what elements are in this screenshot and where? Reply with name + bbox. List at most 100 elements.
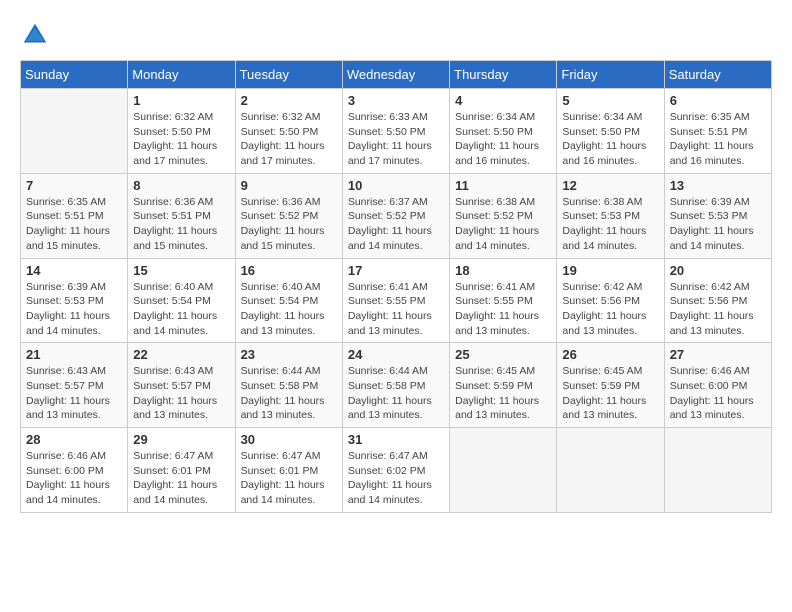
day-number: 10 bbox=[348, 178, 444, 193]
day-number: 11 bbox=[455, 178, 551, 193]
day-number: 8 bbox=[133, 178, 229, 193]
calendar-day-cell: 6 Sunrise: 6:35 AMSunset: 5:51 PMDaylight… bbox=[664, 89, 771, 174]
day-info: Sunrise: 6:34 AMSunset: 5:50 PMDaylight:… bbox=[455, 110, 551, 169]
day-info: Sunrise: 6:47 AMSunset: 6:02 PMDaylight:… bbox=[348, 449, 444, 508]
calendar-day-cell: 4Sunrise: 6:34 AMSunset: 5:50 PMDaylight… bbox=[450, 89, 557, 174]
calendar-week-row: 21 Sunrise: 6:43 AMSunset: 5:57 PMDayligh… bbox=[21, 343, 772, 428]
calendar-day-cell: 24 Sunrise: 6:44 AMSunset: 5:58 PMDayligh… bbox=[342, 343, 449, 428]
day-info: Sunrise: 6:42 AMSunset: 5:56 PMDaylight:… bbox=[562, 280, 658, 339]
day-info: Sunrise: 6:40 AMSunset: 5:54 PMDaylight:… bbox=[133, 280, 229, 339]
day-number: 31 bbox=[348, 432, 444, 447]
empty-cell bbox=[664, 428, 771, 513]
calendar-day-cell: 10 Sunrise: 6:37 AMSunset: 5:52 PMDayligh… bbox=[342, 173, 449, 258]
day-info: Sunrise: 6:39 AMSunset: 5:53 PMDaylight:… bbox=[670, 195, 766, 254]
empty-cell bbox=[557, 428, 664, 513]
day-info: Sunrise: 6:40 AMSunset: 5:54 PMDaylight:… bbox=[241, 280, 337, 339]
day-number: 29 bbox=[133, 432, 229, 447]
day-number: 13 bbox=[670, 178, 766, 193]
day-info: Sunrise: 6:34 AMSunset: 5:50 PMDaylight:… bbox=[562, 110, 658, 169]
calendar-header-row: SundayMondayTuesdayWednesdayThursdayFrid… bbox=[21, 61, 772, 89]
day-info: Sunrise: 6:37 AMSunset: 5:52 PMDaylight:… bbox=[348, 195, 444, 254]
weekday-header-sunday: Sunday bbox=[21, 61, 128, 89]
day-number: 7 bbox=[26, 178, 122, 193]
day-number: 23 bbox=[241, 347, 337, 362]
day-number: 22 bbox=[133, 347, 229, 362]
day-number: 1 bbox=[133, 93, 229, 108]
calendar-day-cell: 17Sunrise: 6:41 AMSunset: 5:55 PMDayligh… bbox=[342, 258, 449, 343]
day-number: 2 bbox=[241, 93, 337, 108]
day-number: 15 bbox=[133, 263, 229, 278]
calendar-day-cell: 9 Sunrise: 6:36 AMSunset: 5:52 PMDaylight… bbox=[235, 173, 342, 258]
calendar-week-row: 14 Sunrise: 6:39 AMSunset: 5:53 PMDayligh… bbox=[21, 258, 772, 343]
calendar-day-cell: 28Sunrise: 6:46 AMSunset: 6:00 PMDayligh… bbox=[21, 428, 128, 513]
day-info: Sunrise: 6:44 AMSunset: 5:58 PMDaylight:… bbox=[241, 364, 337, 423]
day-number: 16 bbox=[241, 263, 337, 278]
day-info: Sunrise: 6:42 AMSunset: 5:56 PMDaylight:… bbox=[670, 280, 766, 339]
calendar-day-cell: 22Sunrise: 6:43 AMSunset: 5:57 PMDayligh… bbox=[128, 343, 235, 428]
calendar-week-row: 7 Sunrise: 6:35 AMSunset: 5:51 PMDaylight… bbox=[21, 173, 772, 258]
day-info: Sunrise: 6:39 AMSunset: 5:53 PMDaylight:… bbox=[26, 280, 122, 339]
calendar-day-cell: 1 Sunrise: 6:32 AMSunset: 5:50 PMDaylight… bbox=[128, 89, 235, 174]
day-number: 26 bbox=[562, 347, 658, 362]
calendar-day-cell: 20 Sunrise: 6:42 AMSunset: 5:56 PMDayligh… bbox=[664, 258, 771, 343]
day-number: 6 bbox=[670, 93, 766, 108]
weekday-header-saturday: Saturday bbox=[664, 61, 771, 89]
calendar-day-cell: 23 Sunrise: 6:44 AMSunset: 5:58 PMDayligh… bbox=[235, 343, 342, 428]
calendar-week-row: 28Sunrise: 6:46 AMSunset: 6:00 PMDayligh… bbox=[21, 428, 772, 513]
day-info: Sunrise: 6:36 AMSunset: 5:52 PMDaylight:… bbox=[241, 195, 337, 254]
calendar-day-cell: 27 Sunrise: 6:46 AMSunset: 6:00 PMDayligh… bbox=[664, 343, 771, 428]
day-info: Sunrise: 6:45 AMSunset: 5:59 PMDaylight:… bbox=[455, 364, 551, 423]
page-header bbox=[20, 20, 772, 50]
calendar-day-cell: 14 Sunrise: 6:39 AMSunset: 5:53 PMDayligh… bbox=[21, 258, 128, 343]
weekday-header-wednesday: Wednesday bbox=[342, 61, 449, 89]
day-info: Sunrise: 6:33 AMSunset: 5:50 PMDaylight:… bbox=[348, 110, 444, 169]
calendar-day-cell: 29Sunrise: 6:47 AMSunset: 6:01 PMDayligh… bbox=[128, 428, 235, 513]
calendar-day-cell: 15 Sunrise: 6:40 AMSunset: 5:54 PMDayligh… bbox=[128, 258, 235, 343]
day-number: 28 bbox=[26, 432, 122, 447]
weekday-header-tuesday: Tuesday bbox=[235, 61, 342, 89]
weekday-header-thursday: Thursday bbox=[450, 61, 557, 89]
day-info: Sunrise: 6:47 AMSunset: 6:01 PMDaylight:… bbox=[241, 449, 337, 508]
calendar-day-cell: 12Sunrise: 6:38 AMSunset: 5:53 PMDayligh… bbox=[557, 173, 664, 258]
logo-icon bbox=[20, 20, 50, 50]
day-number: 20 bbox=[670, 263, 766, 278]
calendar-table: SundayMondayTuesdayWednesdayThursdayFrid… bbox=[20, 60, 772, 513]
calendar-day-cell: 3 Sunrise: 6:33 AMSunset: 5:50 PMDaylight… bbox=[342, 89, 449, 174]
calendar-day-cell: 19 Sunrise: 6:42 AMSunset: 5:56 PMDayligh… bbox=[557, 258, 664, 343]
day-info: Sunrise: 6:41 AMSunset: 5:55 PMDaylight:… bbox=[455, 280, 551, 339]
day-info: Sunrise: 6:35 AMSunset: 5:51 PMDaylight:… bbox=[26, 195, 122, 254]
calendar-day-cell: 30Sunrise: 6:47 AMSunset: 6:01 PMDayligh… bbox=[235, 428, 342, 513]
day-number: 3 bbox=[348, 93, 444, 108]
weekday-header-friday: Friday bbox=[557, 61, 664, 89]
day-info: Sunrise: 6:43 AMSunset: 5:57 PMDaylight:… bbox=[26, 364, 122, 423]
weekday-header-monday: Monday bbox=[128, 61, 235, 89]
calendar-day-cell: 5 Sunrise: 6:34 AMSunset: 5:50 PMDaylight… bbox=[557, 89, 664, 174]
day-number: 17 bbox=[348, 263, 444, 278]
calendar-day-cell: 2 Sunrise: 6:32 AMSunset: 5:50 PMDaylight… bbox=[235, 89, 342, 174]
day-number: 12 bbox=[562, 178, 658, 193]
calendar-day-cell: 11 Sunrise: 6:38 AMSunset: 5:52 PMDayligh… bbox=[450, 173, 557, 258]
calendar-day-cell: 7 Sunrise: 6:35 AMSunset: 5:51 PMDaylight… bbox=[21, 173, 128, 258]
day-info: Sunrise: 6:46 AMSunset: 6:00 PMDaylight:… bbox=[670, 364, 766, 423]
day-number: 19 bbox=[562, 263, 658, 278]
day-number: 21 bbox=[26, 347, 122, 362]
day-number: 9 bbox=[241, 178, 337, 193]
day-number: 14 bbox=[26, 263, 122, 278]
calendar-day-cell: 16 Sunrise: 6:40 AMSunset: 5:54 PMDayligh… bbox=[235, 258, 342, 343]
empty-cell bbox=[21, 89, 128, 174]
day-info: Sunrise: 6:36 AMSunset: 5:51 PMDaylight:… bbox=[133, 195, 229, 254]
day-number: 18 bbox=[455, 263, 551, 278]
day-info: Sunrise: 6:44 AMSunset: 5:58 PMDaylight:… bbox=[348, 364, 444, 423]
calendar-day-cell: 26 Sunrise: 6:45 AMSunset: 5:59 PMDayligh… bbox=[557, 343, 664, 428]
day-info: Sunrise: 6:32 AMSunset: 5:50 PMDaylight:… bbox=[133, 110, 229, 169]
logo bbox=[20, 20, 54, 50]
day-info: Sunrise: 6:45 AMSunset: 5:59 PMDaylight:… bbox=[562, 364, 658, 423]
day-info: Sunrise: 6:32 AMSunset: 5:50 PMDaylight:… bbox=[241, 110, 337, 169]
calendar-day-cell: 25Sunrise: 6:45 AMSunset: 5:59 PMDayligh… bbox=[450, 343, 557, 428]
day-number: 27 bbox=[670, 347, 766, 362]
day-info: Sunrise: 6:35 AMSunset: 5:51 PMDaylight:… bbox=[670, 110, 766, 169]
day-number: 24 bbox=[348, 347, 444, 362]
day-number: 5 bbox=[562, 93, 658, 108]
calendar-week-row: 1 Sunrise: 6:32 AMSunset: 5:50 PMDaylight… bbox=[21, 89, 772, 174]
day-info: Sunrise: 6:38 AMSunset: 5:52 PMDaylight:… bbox=[455, 195, 551, 254]
